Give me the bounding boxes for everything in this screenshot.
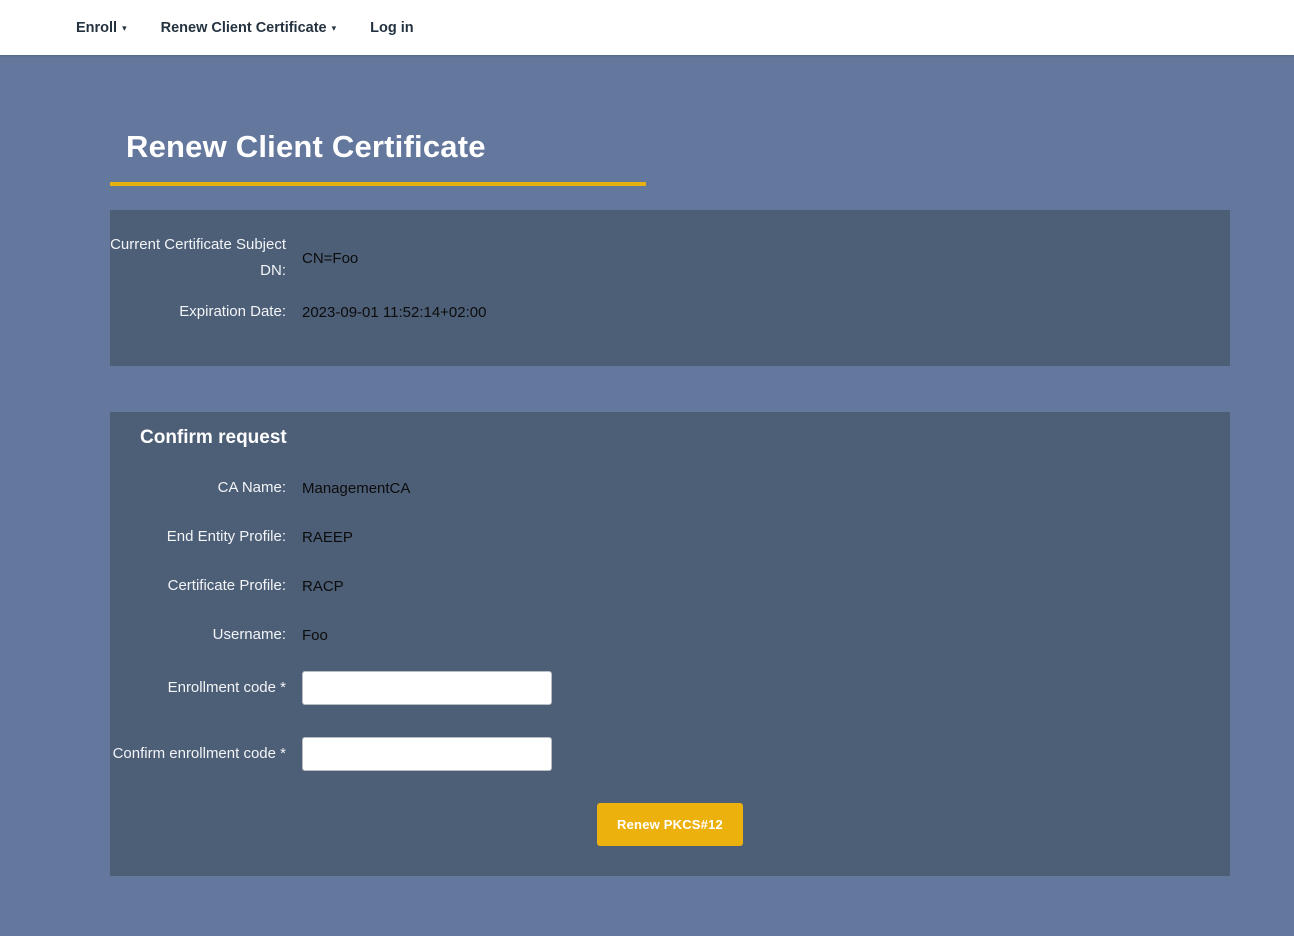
main-content: Renew Client Certificate Current Certifi… bbox=[0, 55, 1294, 936]
confirm-enrollment-code-label: Confirm enrollment code * bbox=[110, 741, 286, 767]
confirm-request-panel: Confirm request CA Name: ManagementCA En… bbox=[110, 412, 1230, 876]
ca-name-value: ManagementCA bbox=[302, 480, 410, 497]
confirm-request-heading: Confirm request bbox=[140, 427, 1230, 449]
confirm-enrollment-code-input[interactable] bbox=[302, 737, 552, 771]
renew-pkcs12-button[interactable]: Renew PKCS#12 bbox=[597, 803, 743, 846]
certificate-profile-row: Certificate Profile: RACP bbox=[110, 573, 1230, 599]
end-entity-profile-label: End Entity Profile: bbox=[110, 524, 286, 550]
nav-login-label: Log in bbox=[370, 20, 414, 36]
certificate-info-panel: Current Certificate Subject DN: CN=Foo E… bbox=[110, 210, 1230, 366]
confirm-enrollment-code-row: Confirm enrollment code * bbox=[110, 737, 1230, 771]
page-container: Renew Client Certificate Current Certifi… bbox=[110, 129, 1230, 876]
expiration-date-row: Expiration Date: 2023-09-01 11:52:14+02:… bbox=[110, 299, 1230, 325]
nav-renew-label: Renew Client Certificate bbox=[161, 20, 327, 36]
enrollment-code-input[interactable] bbox=[302, 671, 552, 705]
subject-dn-value: CN=Foo bbox=[302, 250, 358, 267]
nav-renew-client-certificate-menu[interactable]: Renew Client Certificate ▾ bbox=[161, 20, 337, 36]
certificate-profile-label: Certificate Profile: bbox=[110, 573, 286, 599]
certificate-profile-value: RACP bbox=[302, 578, 344, 595]
submit-button-row: Renew PKCS#12 bbox=[110, 803, 1230, 846]
expiration-date-value: 2023-09-01 11:52:14+02:00 bbox=[302, 304, 486, 321]
chevron-down-icon: ▾ bbox=[122, 23, 127, 33]
title-underline bbox=[110, 182, 646, 186]
chevron-down-icon: ▾ bbox=[332, 23, 337, 33]
ca-name-row: CA Name: ManagementCA bbox=[110, 475, 1230, 501]
subject-dn-row: Current Certificate Subject DN: CN=Foo bbox=[110, 232, 1230, 284]
page-title: Renew Client Certificate bbox=[110, 129, 1230, 165]
subject-dn-label: Current Certificate Subject DN: bbox=[110, 232, 286, 284]
ca-name-label: CA Name: bbox=[110, 475, 286, 501]
username-row: Username: Foo bbox=[110, 622, 1230, 648]
username-value: Foo bbox=[302, 627, 328, 644]
expiration-date-label: Expiration Date: bbox=[110, 299, 286, 325]
nav-enroll-menu[interactable]: Enroll ▾ bbox=[76, 20, 127, 36]
end-entity-profile-value: RAEEP bbox=[302, 529, 353, 546]
nav-enroll-label: Enroll bbox=[76, 20, 117, 36]
enrollment-code-label: Enrollment code * bbox=[110, 675, 286, 701]
enrollment-code-row: Enrollment code * bbox=[110, 671, 1230, 705]
username-label: Username: bbox=[110, 622, 286, 648]
nav-login[interactable]: Log in bbox=[370, 20, 414, 36]
end-entity-profile-row: End Entity Profile: RAEEP bbox=[110, 524, 1230, 550]
top-navbar: Enroll ▾ Renew Client Certificate ▾ Log in bbox=[0, 0, 1294, 55]
